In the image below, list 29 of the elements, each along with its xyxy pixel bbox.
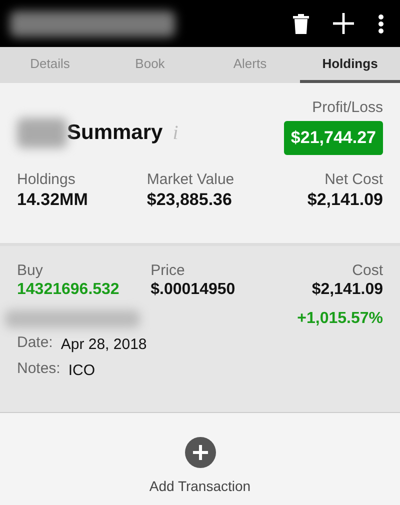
trash-icon[interactable] — [293, 14, 309, 34]
date-value: Apr 28, 2018 — [60, 334, 147, 355]
column-label: Buy — [17, 262, 44, 280]
column-label: Price — [150, 262, 186, 280]
plus-icon[interactable] — [333, 13, 354, 34]
stat-value: 14.32MM — [17, 188, 89, 210]
tab[interactable]: Alerts — [200, 47, 300, 83]
change-percent: +1,015.57% — [297, 308, 383, 329]
tab[interactable]: Book — [100, 47, 200, 83]
summary-title: Summary — [67, 120, 163, 146]
add-transaction-link[interactable]: Add Transaction — [149, 476, 251, 497]
notes-value: ICO — [68, 361, 96, 382]
notes-label: Notes: — [17, 360, 60, 380]
stat-value: $2,141.09 — [307, 188, 383, 210]
stat-label: Market Value — [146, 170, 236, 188]
column-value: $.00014950 — [150, 280, 236, 300]
profit-loss-label: Profit/Loss — [312, 99, 383, 117]
column-value: 14321696.532 — [17, 280, 120, 300]
stat-value: $23,885.36 — [146, 188, 233, 210]
add-icon[interactable] — [184, 437, 216, 468]
stat-label: Holdings — [17, 170, 76, 188]
column-value: $2,141.09 — [312, 280, 383, 300]
redacted-name-mark — [17, 118, 67, 148]
profit-loss-value: $21,744.27 — [284, 121, 383, 154]
stat-label: Net Cost — [324, 170, 383, 188]
date-label: Date: — [17, 334, 53, 353]
column-label: Cost — [352, 262, 383, 280]
tab[interactable]: Details — [0, 47, 100, 83]
more-menu-icon[interactable] — [378, 14, 384, 34]
